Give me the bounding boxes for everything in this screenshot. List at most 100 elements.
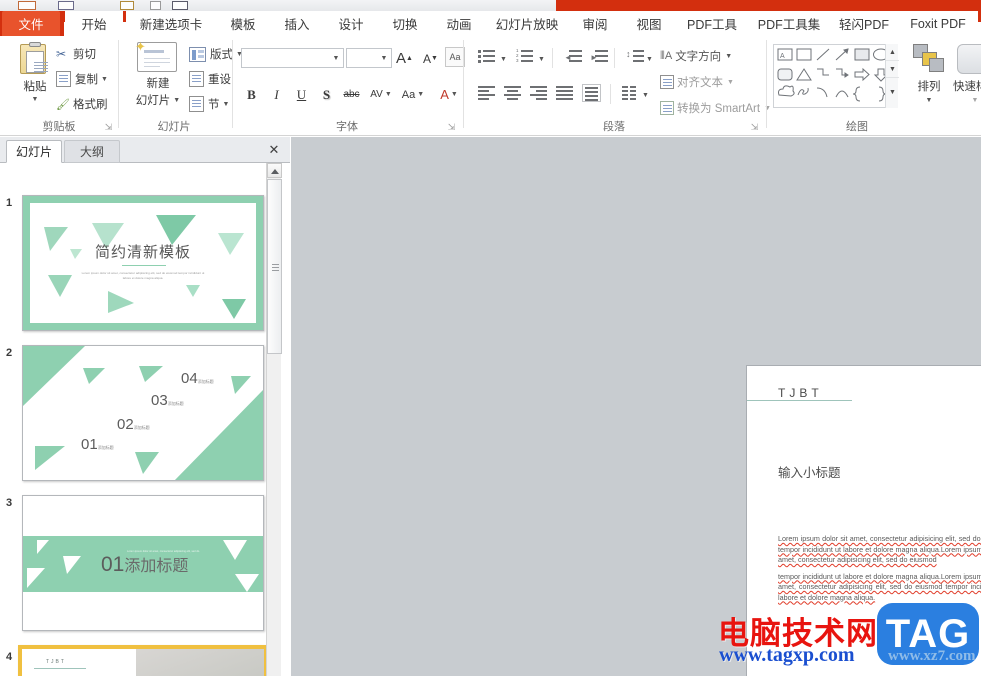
copy-chevron-down-icon[interactable]: ▼	[101, 76, 108, 83]
scrollbar-thumb[interactable]	[267, 179, 282, 354]
shapes-more-button[interactable]: ▼	[886, 78, 899, 107]
tab-slides-pane[interactable]: 幻灯片	[6, 140, 62, 163]
align-right-button[interactable]	[530, 84, 549, 102]
main-slide-header[interactable]: TJBT	[778, 386, 823, 400]
close-panel-icon[interactable]: ✕	[266, 142, 282, 158]
tab-outline-pane[interactable]: 大纲	[64, 140, 120, 163]
align-text-chevron-down-icon[interactable]: ▼	[727, 79, 734, 86]
cut-button[interactable]: ✂ 剪切	[56, 46, 114, 62]
qat-open-icon[interactable]	[172, 1, 188, 10]
thumbnail-item-1[interactable]: 1	[0, 195, 272, 335]
font-size-chevron-down-icon[interactable]: ▼	[377, 55, 391, 62]
tab-animations[interactable]: 动画	[432, 11, 486, 36]
quick-styles-button[interactable]: 快速样 ▼	[953, 44, 981, 104]
columns-chevron-down-icon[interactable]: ▼	[642, 92, 649, 99]
increase-indent-button[interactable]: ►	[590, 48, 609, 66]
font-color-chevron-down-icon[interactable]: ▼	[451, 91, 458, 98]
clipboard-dialog-launcher[interactable]: ⇲	[103, 122, 114, 133]
qat-undo-icon[interactable]	[58, 1, 74, 10]
tab-foxit-pdf[interactable]: Foxit PDF	[898, 11, 978, 36]
paste-button[interactable]: 粘贴 ▼	[12, 44, 58, 103]
thumbnail-item-2[interactable]: 2 04添加标题	[0, 345, 272, 485]
thumbnail-item-3[interactable]: 3 01添加标题 Lorem	[0, 495, 272, 635]
font-dialog-launcher[interactable]: ⇲	[446, 122, 457, 133]
main-slide-body-text[interactable]: Lorem ipsum dolor sit amet, consectetur …	[778, 534, 981, 603]
section-chevron-down-icon[interactable]: ▼	[223, 101, 230, 108]
tab-design[interactable]: 设计	[324, 11, 378, 36]
clear-formatting-button[interactable]: Aa	[445, 47, 465, 67]
grow-font-button[interactable]: A▲	[394, 48, 415, 69]
align-left-button[interactable]	[478, 84, 497, 102]
shrink-font-button[interactable]: A▼	[420, 48, 441, 69]
qat-new-icon[interactable]	[150, 1, 161, 10]
font-size-input[interactable]: ▼	[346, 48, 392, 68]
shapes-gallery-scrollbar[interactable]: ▲ ▼ ▼	[885, 44, 898, 108]
qat-save-icon[interactable]	[18, 1, 36, 10]
line-spacing-chevron-down-icon[interactable]: ▼	[646, 56, 653, 63]
distributed-button[interactable]	[582, 84, 601, 102]
slide-editing-workspace[interactable]: TJBT 输入小标题 Lorem ipsum dolor sit amet, c…	[291, 137, 981, 676]
character-spacing-chevron-down-icon[interactable]: ▼	[385, 91, 392, 98]
tab-qingshan-pdf[interactable]: 轻闪PDF	[830, 11, 898, 36]
bold-button[interactable]: B	[241, 84, 262, 105]
font-name-input[interactable]: ▼	[241, 48, 344, 68]
change-case-chevron-down-icon[interactable]: ▼	[417, 91, 424, 98]
tab-review[interactable]: 审阅	[568, 11, 622, 36]
font-name-chevron-down-icon[interactable]: ▼	[329, 55, 343, 62]
tab-pdf-tools[interactable]: PDF工具	[676, 11, 748, 36]
active-slide-canvas[interactable]: TJBT 输入小标题 Lorem ipsum dolor sit amet, c…	[746, 365, 981, 676]
tab-file[interactable]: 文件	[2, 11, 60, 36]
justify-button[interactable]	[556, 84, 575, 102]
numbering-button[interactable]: 123	[516, 48, 535, 66]
new-slide-chevron-down-icon[interactable]: ▼	[173, 97, 180, 104]
convert-to-smartart-button[interactable]: 转换为 SmartArt ▼	[660, 98, 771, 118]
arrange-button[interactable]: 排列 ▼	[907, 44, 951, 104]
change-case-button[interactable]: Aa▼	[399, 84, 427, 105]
tab-slideshow[interactable]: 幻灯片放映	[486, 11, 568, 36]
shapes-gallery[interactable]: A	[773, 44, 898, 108]
qat-redo-icon[interactable]	[120, 1, 134, 10]
scroll-up-button[interactable]	[267, 163, 282, 178]
italic-button[interactable]: I	[266, 84, 287, 105]
text-shadow-button[interactable]: S	[316, 84, 337, 105]
underline-button[interactable]: U	[291, 84, 312, 105]
ribbon-group-clipboard: 粘贴 ▼ ✂ 剪切 复制 ▼ 🖌 格式刷 剪贴板 ⇲	[0, 36, 118, 136]
text-direction-button[interactable]: ⦀A 文字方向 ▼	[660, 46, 732, 66]
tab-new-tab[interactable]: 新建选项卡	[126, 11, 216, 36]
arrange-chevron-down-icon[interactable]: ▼	[907, 97, 951, 104]
font-color-button[interactable]: A▼	[435, 84, 463, 105]
text-direction-chevron-down-icon[interactable]: ▼	[725, 53, 732, 60]
shapes-scroll-up-button[interactable]: ▲	[886, 44, 899, 61]
tab-pdf-tools-set[interactable]: PDF工具集	[748, 11, 830, 36]
line-spacing-button[interactable]: ↕	[626, 48, 645, 66]
quick-styles-chevron-down-icon[interactable]: ▼	[953, 97, 981, 104]
thumbnail-panel-scrollbar[interactable]	[266, 163, 281, 676]
character-spacing-button[interactable]: AV▼	[367, 84, 395, 105]
shapes-scroll-down-button[interactable]: ▼	[886, 61, 899, 78]
align-center-button[interactable]	[504, 84, 523, 102]
thumbnail-frame-2[interactable]: 04添加标题 03添加标题 02添加标题 01添加标题	[22, 345, 264, 481]
format-painter-button[interactable]: 🖌 格式刷	[56, 96, 118, 112]
strikethrough-button[interactable]: abc	[341, 84, 362, 105]
new-slide-button[interactable]: ✦ 新建 幻灯片 ▼	[129, 42, 187, 108]
thumbnail-frame-3[interactable]: 01添加标题 Lorem ipsum dolor sit amet, conse…	[22, 495, 264, 631]
copy-button[interactable]: 复制 ▼	[56, 71, 118, 87]
tab-home[interactable]: 开始	[65, 11, 123, 36]
thumbnail-frame-4[interactable]: TJBT 输入小标题	[18, 645, 268, 676]
tab-transitions[interactable]: 切换	[378, 11, 432, 36]
main-slide-subtitle[interactable]: 输入小标题	[778, 462, 841, 481]
columns-button[interactable]	[622, 84, 641, 102]
thumbnail-frame-1[interactable]: 简约清新模板 Lorem ipsum dolor sit amet, conse…	[22, 195, 264, 331]
tab-insert[interactable]: 插入	[270, 11, 324, 36]
cut-button-label: 剪切	[73, 46, 96, 62]
paragraph-dialog-launcher[interactable]: ⇲	[749, 122, 760, 133]
paste-chevron-down-icon[interactable]: ▼	[12, 96, 58, 103]
bullets-chevron-down-icon[interactable]: ▼	[500, 56, 507, 63]
bullets-button[interactable]	[478, 48, 497, 66]
thumbnail-item-4[interactable]: 4 TJBT 输入小标题	[0, 645, 272, 676]
numbering-chevron-down-icon[interactable]: ▼	[538, 56, 545, 63]
tab-template[interactable]: 模板	[216, 11, 270, 36]
decrease-indent-button[interactable]: ◄	[564, 48, 583, 66]
align-text-button[interactable]: 对齐文本 ▼	[660, 72, 734, 92]
tab-view[interactable]: 视图	[622, 11, 676, 36]
